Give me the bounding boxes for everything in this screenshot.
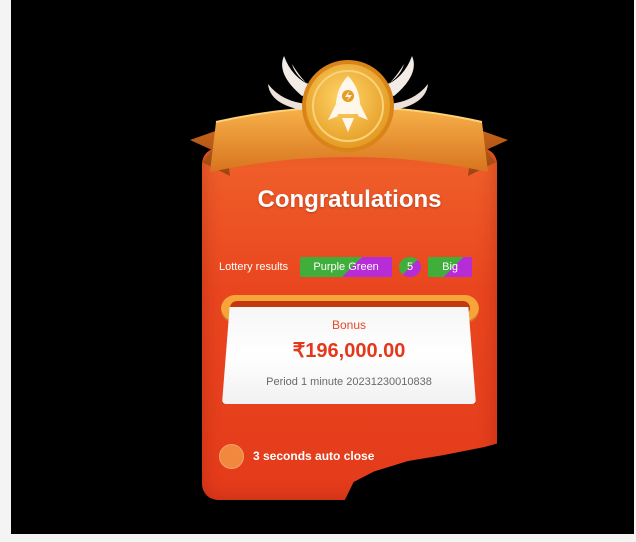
auto-close-label: 3 seconds auto close [253,449,375,463]
lottery-results-label: Lottery results [219,261,289,273]
lottery-results-row: Lottery results Purple Green 5 Big [219,256,479,278]
period-text: Period 1 minute 20231230010838 [266,376,432,388]
bonus-ticket: Bonus ₹196,000.00 Period 1 minute 202312… [222,307,476,404]
medal-badge [268,56,428,152]
result-color-badge: Purple Green [300,257,393,277]
bonus-label: Bonus [331,318,367,332]
dialog-title: Congratulations [257,186,442,213]
left-frame-edge [0,0,11,542]
result-size-badge: Big [428,257,473,277]
bonus-amount: ₹196,000.00 [292,340,406,362]
screen: Congratulations Lottery results Purple G… [0,0,636,542]
auto-close-toggle[interactable]: 3 seconds auto close [219,443,374,469]
radio-icon[interactable] [219,443,244,469]
result-number-badge: 5 [399,257,422,277]
bottom-frame-edge [0,534,636,542]
